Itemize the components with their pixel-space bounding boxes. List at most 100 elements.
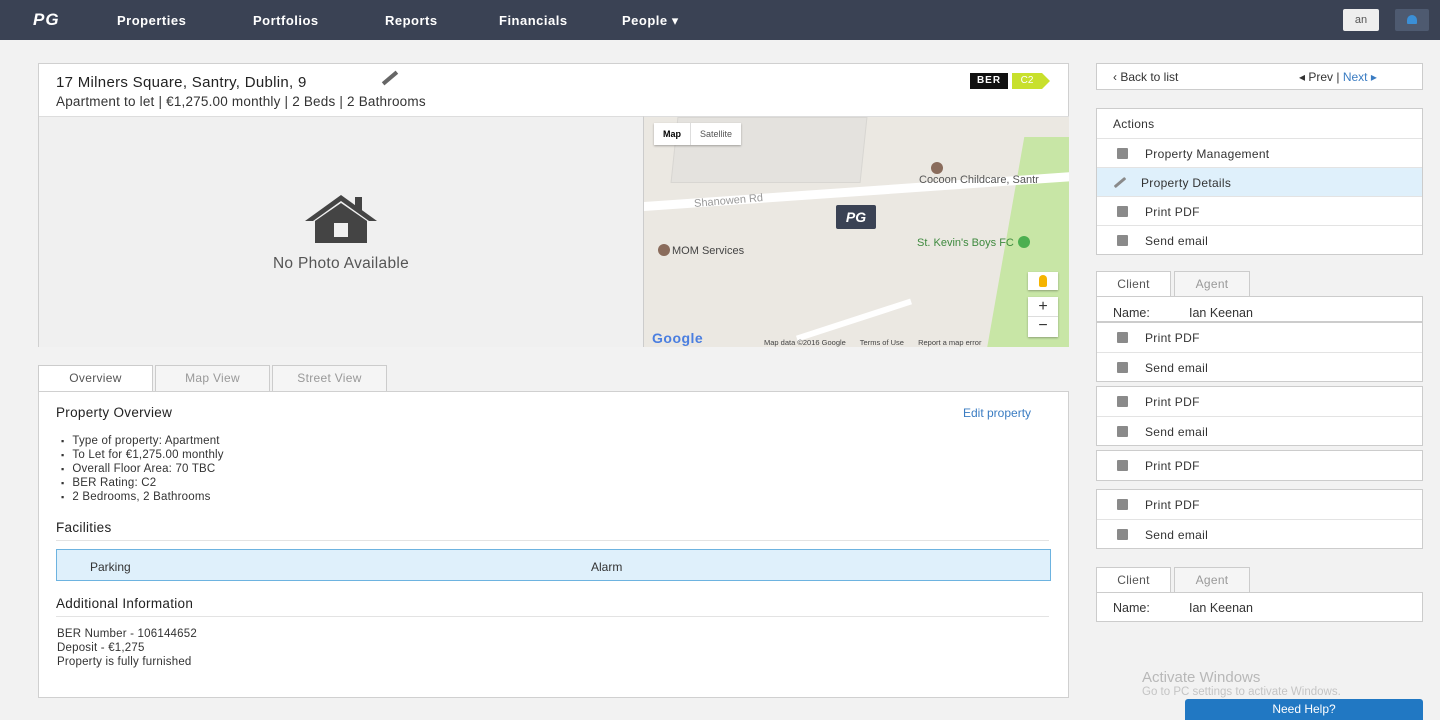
property-map[interactable]: Map Satellite Shanowen Rd Cocoon Childcar… [643, 116, 1069, 347]
client-name-row: Name: Ian Keenan [1097, 593, 1422, 618]
app-logo[interactable]: PG [33, 10, 60, 30]
map-type-switch: Map Satellite [654, 123, 742, 145]
extra-print-pdf[interactable]: Print PDF [1097, 387, 1422, 416]
list-item: Type of property: Apartment [61, 434, 224, 448]
tab-agent-2[interactable]: Agent [1174, 567, 1250, 592]
need-help-button[interactable]: Need Help? [1185, 699, 1423, 720]
edit-property-link[interactable]: Edit property [963, 406, 1031, 420]
pegman-icon [1039, 275, 1047, 287]
house-icon [305, 195, 377, 243]
ber-rating: C2 [1012, 73, 1042, 89]
list-item: Overall Floor Area: 70 TBC [61, 462, 224, 476]
list-item: BER Rating: C2 [61, 476, 224, 490]
back-to-list-link[interactable]: ‹ Back to list [1113, 70, 1178, 84]
ber-arrow-icon [1042, 73, 1050, 89]
tab-client[interactable]: Client [1096, 271, 1171, 297]
extra2-print-pdf[interactable]: Print PDF [1097, 451, 1422, 480]
client-name-row: Name: Ian Keenan [1097, 297, 1422, 322]
nav-financials[interactable]: Financials [499, 13, 568, 28]
next-link[interactable]: Next ▸ [1343, 70, 1377, 84]
divider [56, 540, 1049, 541]
tab-overview[interactable]: Overview [38, 365, 153, 392]
facilities-row: Parking Alarm [56, 549, 1051, 581]
extra-actions-2: Print PDF [1096, 450, 1423, 481]
notifications-button[interactable] [1395, 9, 1429, 31]
pencil-icon [1113, 176, 1127, 189]
list-item: To Let for €1,275.00 monthly [61, 448, 224, 462]
property-summary: Apartment to let | €1,275.00 monthly | 2… [56, 94, 426, 109]
property-map-marker[interactable]: PG [836, 205, 876, 229]
tab-map-view[interactable]: Map View [155, 365, 270, 391]
nav-properties[interactable]: Properties [117, 13, 186, 28]
edit-pencil-icon[interactable] [381, 70, 399, 86]
nav-reports[interactable]: Reports [385, 13, 438, 28]
action-label: Send email [1145, 361, 1209, 375]
poi-label: St. Kevin's Boys FC [917, 237, 1014, 249]
extra3-print-pdf[interactable]: Print PDF [1097, 490, 1422, 519]
property-photo-placeholder: No Photo Available [39, 116, 643, 347]
overview-list: Type of property: Apartment To Let for €… [61, 434, 224, 504]
action-label: Print PDF [1145, 331, 1200, 345]
name-label: Name: [1113, 306, 1150, 320]
client-info: Name: Ian Keenan [1096, 296, 1423, 322]
pdf-icon [1117, 235, 1128, 246]
map-type-satellite-button[interactable]: Satellite [691, 123, 741, 145]
action-label: Print PDF [1145, 459, 1200, 473]
poi-label: MOM Services [672, 245, 745, 257]
map-poi-mom-services[interactable]: MOM Services [658, 244, 744, 257]
action-send-email[interactable]: Send email [1097, 225, 1422, 254]
actions-panel: Actions Property Management Property Det… [1096, 108, 1423, 255]
map-road-secondary [796, 298, 912, 342]
pdf-icon [1117, 206, 1128, 217]
property-overview-title: Property Overview [56, 405, 173, 420]
list-navigation: ‹ Back to list ◂ Prev | Next ▸ [1096, 63, 1423, 90]
user-menu-button[interactable]: an [1343, 9, 1379, 31]
street-view-pegman[interactable] [1028, 272, 1058, 290]
prev-link[interactable]: ◂ Prev [1299, 70, 1333, 84]
tab-client-2[interactable]: Client [1096, 567, 1171, 593]
extra3-send-email[interactable]: Send email [1097, 519, 1422, 548]
action-print-pdf[interactable]: Print PDF [1097, 196, 1422, 225]
action-property-management[interactable]: Property Management [1097, 138, 1422, 167]
action-label: Send email [1145, 425, 1209, 439]
map-report-link[interactable]: Report a map error [918, 338, 981, 347]
divider [56, 616, 1049, 617]
pdf-icon [1117, 426, 1128, 437]
map-data-text: Map data ©2016 Google [764, 338, 846, 347]
nav-people-dropdown[interactable]: People ▾ [622, 13, 679, 29]
map-terms-link[interactable]: Terms of Use [860, 338, 904, 347]
no-photo-text: No Photo Available [272, 255, 410, 272]
action-label: Send email [1145, 528, 1209, 542]
zoom-in-button[interactable]: + [1028, 297, 1058, 317]
map-type-map-button[interactable]: Map [654, 123, 691, 145]
list-item: 2 Bedrooms, 2 Bathrooms [61, 490, 224, 504]
action-label: Property Management [1145, 147, 1270, 161]
action-label: Send email [1145, 234, 1209, 248]
tab-agent[interactable]: Agent [1174, 271, 1250, 296]
extra-actions-1: Print PDF Send email [1096, 386, 1423, 446]
pdf-icon [1117, 529, 1128, 540]
tab-street-view[interactable]: Street View [272, 365, 387, 391]
additional-info-title: Additional Information [56, 596, 194, 611]
map-zoom-control: + − [1028, 297, 1058, 337]
map-poi-childcare[interactable]: Cocoon Childcare, Santr [919, 162, 1039, 186]
deposit-text: Deposit - €1,275 [57, 642, 145, 654]
property-header-card: 17 Milners Square, Santry, Dublin, 9 Apa… [38, 63, 1069, 347]
prev-next-nav: ◂ Prev | Next ▸ [1299, 70, 1377, 84]
client-send-email[interactable]: Send email [1097, 352, 1422, 381]
zoom-out-button[interactable]: − [1028, 317, 1058, 337]
map-poi-st-kevins[interactable]: St. Kevin's Boys FC [917, 236, 1032, 249]
google-logo: Google [652, 330, 704, 346]
nav-portfolios[interactable]: Portfolios [253, 13, 319, 28]
activate-windows-subtitle: Go to PC settings to activate Windows. [1142, 686, 1341, 698]
extra-send-email[interactable]: Send email [1097, 416, 1422, 445]
client-print-pdf[interactable]: Print PDF [1097, 323, 1422, 352]
action-label: Property Details [1141, 176, 1232, 190]
actions-header: Actions [1097, 109, 1422, 138]
activate-windows-title: Activate Windows [1142, 669, 1261, 686]
name-label: Name: [1113, 601, 1150, 615]
top-navbar: PG Properties Portfolios Reports Financi… [0, 0, 1440, 40]
poi-icon [658, 244, 670, 256]
pdf-icon [1117, 362, 1128, 373]
action-property-details[interactable]: Property Details [1097, 167, 1422, 196]
